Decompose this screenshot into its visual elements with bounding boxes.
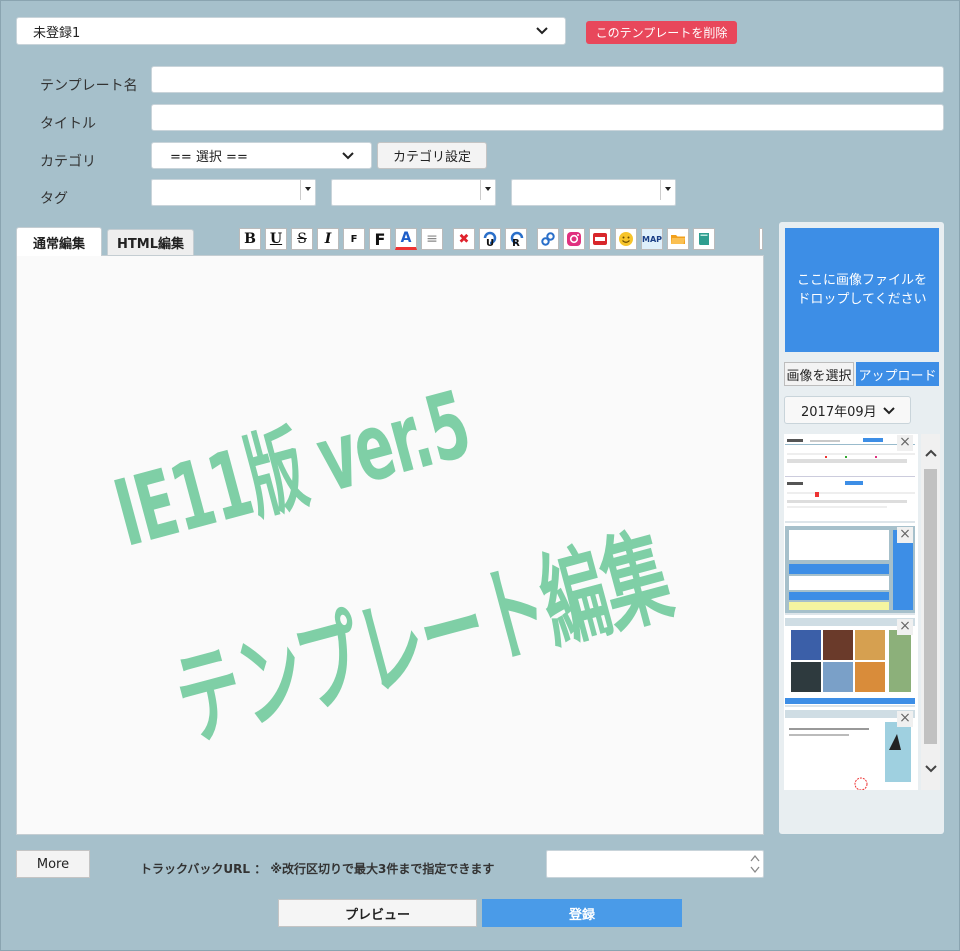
preview-button[interactable]: プレビュー — [278, 899, 477, 927]
redo-label: R — [512, 238, 520, 249]
title-input[interactable] — [151, 104, 944, 131]
template-name-label: テンプレート名 — [40, 78, 138, 94]
upload-button[interactable]: アップロード — [856, 362, 939, 386]
title-label: タイトル — [40, 116, 96, 132]
chevron-down-icon — [342, 152, 354, 160]
category-select[interactable]: == 選択 == — [151, 142, 372, 169]
scrollbar-thumb[interactable] — [924, 469, 937, 744]
thumbnail-image — [785, 526, 915, 613]
thumbnail-scrollbar[interactable] — [921, 434, 940, 790]
image-dropzone[interactable]: ここに画像ファイルをドロップしてください — [785, 228, 939, 352]
month-select-value: 2017年09月 — [801, 404, 877, 420]
wysiwyg-editor[interactable]: IE11版 ver.5 テンプレート編集 — [16, 255, 764, 835]
month-select[interactable]: 2017年09月 — [784, 396, 911, 424]
text-color-button[interactable]: A — [395, 228, 417, 250]
register-button[interactable]: 登録 — [482, 899, 682, 927]
undo-label: U — [485, 238, 495, 249]
category-settings-button[interactable]: カテゴリ設定 — [377, 142, 487, 169]
folder-button[interactable] — [667, 228, 689, 250]
watermark-line-1: IE11版 ver.5 — [104, 371, 480, 568]
template-name-input[interactable] — [151, 66, 944, 93]
image-thumbnail[interactable]: × — [785, 618, 915, 707]
scroll-down-icon[interactable] — [921, 758, 940, 780]
book-icon — [698, 233, 709, 245]
trackback-url-input[interactable] — [546, 850, 764, 878]
chevron-down-icon — [883, 407, 895, 415]
template-select-value: 未登録1 — [33, 25, 81, 41]
image-thumbnail[interactable]: × — [785, 710, 915, 790]
close-icon[interactable]: × — [897, 711, 913, 727]
close-icon[interactable]: × — [897, 435, 913, 451]
thumbnail-image — [785, 710, 915, 790]
youtube-icon — [593, 233, 607, 245]
image-thumbnail[interactable]: × — [785, 526, 915, 615]
tag-label: タグ — [40, 191, 68, 207]
trackback-label: トラックバックURL ： ※改行区切りで最大3件まで指定できます — [140, 862, 495, 876]
category-select-value: == 選択 == — [170, 150, 248, 165]
strikethrough-button[interactable]: S — [291, 228, 313, 250]
thumbnail-image — [785, 434, 915, 521]
category-label: カテゴリ — [40, 154, 96, 170]
emoji-button[interactable] — [615, 228, 637, 250]
map-button[interactable]: MAP — [641, 228, 663, 250]
scroll-up-icon[interactable] — [921, 442, 940, 464]
image-thumbnail-list: × × × × — [784, 434, 918, 790]
redo-button[interactable]: R — [505, 228, 527, 250]
book-button[interactable] — [693, 228, 715, 250]
underline-button[interactable]: U — [265, 228, 287, 250]
thumbnail-image — [785, 618, 915, 705]
close-icon[interactable]: × — [897, 619, 913, 635]
toolbar-end-separator — [759, 228, 763, 250]
font-size-large-button[interactable]: F — [369, 228, 391, 250]
clear-format-button[interactable]: ✖ — [453, 228, 475, 250]
more-button[interactable]: More — [16, 850, 90, 878]
tab-html-edit[interactable]: HTML編集 — [107, 229, 194, 255]
dropdown-arrow-icon[interactable] — [660, 180, 675, 200]
folder-icon — [671, 235, 685, 244]
select-image-button[interactable]: 画像を選択 — [784, 362, 854, 386]
font-size-small-button[interactable]: F — [343, 228, 365, 250]
spin-down-icon[interactable] — [750, 866, 760, 874]
italic-button[interactable]: I — [317, 228, 339, 250]
chevron-down-icon — [536, 27, 548, 35]
close-icon[interactable]: × — [897, 527, 913, 543]
tag-input-1[interactable] — [151, 179, 316, 206]
spin-up-icon[interactable] — [750, 854, 760, 862]
youtube-button[interactable] — [589, 228, 611, 250]
tag-input-3[interactable] — [511, 179, 676, 206]
link-button[interactable] — [537, 228, 559, 250]
link-icon — [541, 232, 555, 246]
tab-normal-edit[interactable]: 通常編集 — [16, 227, 102, 256]
dropdown-arrow-icon[interactable] — [480, 180, 495, 200]
undo-button[interactable]: U — [479, 228, 501, 250]
instagram-icon — [567, 232, 581, 246]
dropdown-arrow-icon[interactable] — [300, 180, 315, 200]
align-button[interactable]: ≡ — [421, 228, 443, 250]
smiley-icon — [619, 232, 633, 246]
instagram-button[interactable] — [563, 228, 585, 250]
template-select[interactable]: 未登録1 — [16, 17, 566, 45]
tag-input-2[interactable] — [331, 179, 496, 206]
bold-button[interactable]: B — [239, 228, 261, 250]
image-thumbnail[interactable]: × — [785, 434, 915, 523]
delete-template-button[interactable]: このテンプレートを削除 — [586, 21, 737, 44]
